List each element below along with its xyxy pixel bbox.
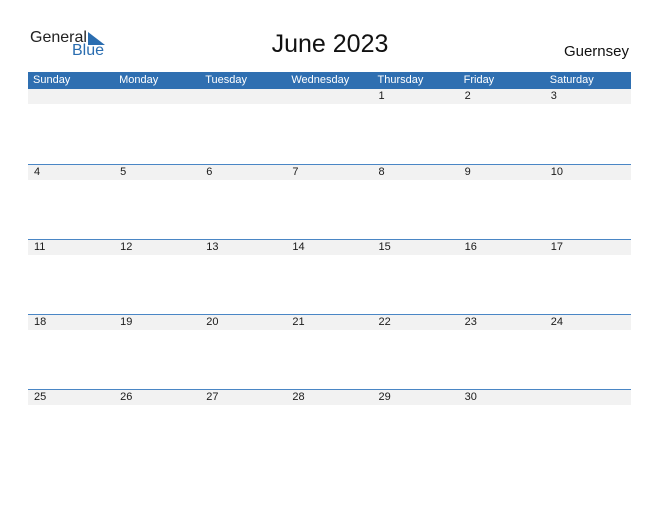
week-row: 18 19 20 21 22 23 24 — [28, 314, 631, 389]
day-cell: 29 — [378, 391, 391, 403]
day-cell: 12 — [120, 241, 133, 253]
day-cell: 19 — [120, 316, 133, 328]
day-cell: 4 — [34, 166, 41, 178]
day-number-strip: 18 19 20 21 22 23 24 — [28, 315, 631, 330]
calendar-grid: Sunday Monday Tuesday Wednesday Thursday… — [28, 72, 631, 464]
day-cell: 28 — [292, 391, 305, 403]
day-cell: 14 — [292, 241, 305, 253]
day-cell: 30 — [464, 391, 477, 403]
day-cell: 7 — [292, 166, 299, 178]
weekday-saturday: Saturday — [549, 74, 594, 86]
day-cell: 6 — [206, 166, 213, 178]
week-row: 11 12 13 14 15 16 17 — [28, 239, 631, 314]
day-cell: 16 — [464, 241, 477, 253]
weekday-tuesday: Tuesday — [205, 74, 248, 86]
day-cell: 5 — [120, 166, 127, 178]
week-row: 1 2 3 — [28, 89, 631, 164]
day-cell: 2 — [464, 90, 471, 102]
weekday-sunday: Sunday — [33, 74, 71, 86]
weekday-thursday: Thursday — [377, 74, 424, 86]
day-cell: 11 — [34, 241, 46, 253]
day-cell: 23 — [464, 316, 477, 328]
day-cell — [545, 390, 631, 405]
week-row: 25 26 27 28 29 30 — [28, 389, 631, 464]
day-number-strip: 25 26 27 28 29 30 — [28, 390, 631, 405]
weekday-wednesday: Wednesday — [291, 74, 350, 86]
day-number-strip: 4 5 6 7 8 9 10 — [28, 165, 631, 180]
day-cell: 17 — [550, 241, 563, 253]
day-cell: 27 — [206, 391, 219, 403]
day-cell: 9 — [464, 166, 471, 178]
day-cell: 1 — [378, 90, 385, 102]
day-number-strip: 1 2 3 — [28, 89, 631, 104]
day-cell: 15 — [378, 241, 391, 253]
week-row: 4 5 6 7 8 9 10 — [28, 164, 631, 239]
day-cell: 24 — [550, 316, 563, 328]
day-number-strip: 11 12 13 14 15 16 17 — [28, 240, 631, 255]
day-cell — [200, 89, 286, 104]
day-cell: 10 — [550, 166, 563, 178]
day-cell — [114, 89, 200, 104]
day-cell — [286, 89, 372, 104]
weekday-header: Sunday Monday Tuesday Wednesday Thursday… — [28, 72, 631, 89]
day-cell: 20 — [206, 316, 219, 328]
country-label: Guernsey — [563, 43, 629, 60]
day-cell: 18 — [34, 316, 47, 328]
day-cell: 21 — [292, 316, 305, 328]
day-cell: 26 — [120, 391, 133, 403]
day-cell: 8 — [378, 166, 385, 178]
weekday-friday: Friday — [463, 74, 495, 86]
day-cell: 22 — [378, 316, 391, 328]
day-cell: 13 — [206, 241, 219, 253]
calendar-title: June 2023 — [271, 30, 389, 58]
day-cell: 3 — [550, 90, 557, 102]
weekday-monday: Monday — [119, 74, 159, 86]
day-cell — [28, 89, 114, 104]
day-cell: 25 — [34, 391, 47, 403]
